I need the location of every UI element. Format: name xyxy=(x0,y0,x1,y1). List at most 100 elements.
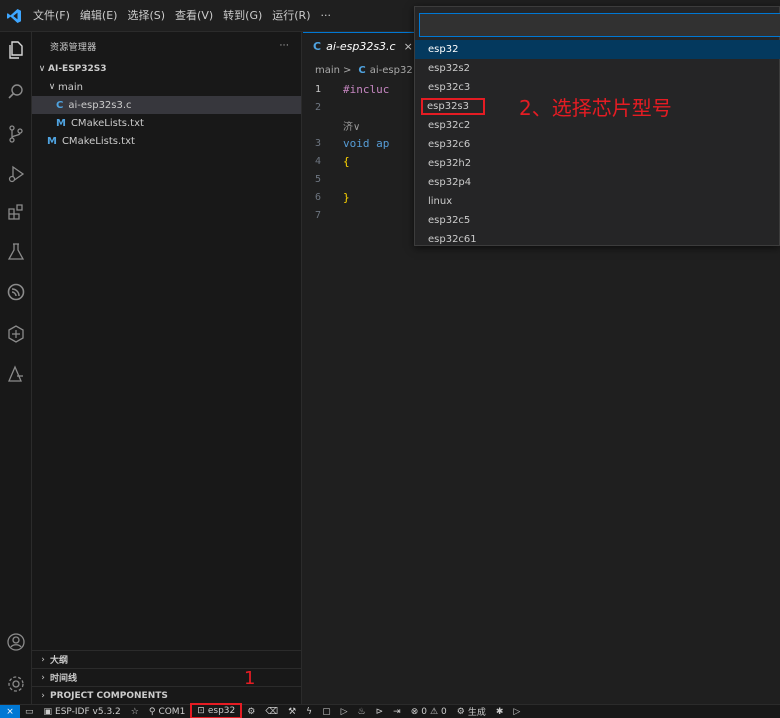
timeline-section[interactable]: › 时间线 xyxy=(32,668,302,686)
quick-pick-item-label: esp32h2 xyxy=(428,158,472,169)
chevron-down-icon: ∨ xyxy=(38,64,46,74)
line-number: 7 xyxy=(314,209,321,221)
code-text: } xyxy=(343,190,350,204)
flame-icon[interactable]: ♨ xyxy=(353,705,371,718)
activity-bar xyxy=(0,32,32,704)
monitor-icon[interactable]: ▢ xyxy=(317,705,336,718)
timeline-section-label: 时间线 xyxy=(50,674,78,684)
quick-pick-item-label: esp32 xyxy=(428,44,459,55)
quick-pick-item[interactable]: esp32c6 xyxy=(415,135,780,154)
menu-run[interactable]: 运行(R) xyxy=(267,0,315,32)
code-text: void ap xyxy=(343,136,390,150)
trash-icon[interactable]: ⌫ xyxy=(260,705,283,718)
menu-file[interactable]: 文件(F) xyxy=(28,0,75,32)
quick-pick-item[interactable]: linux xyxy=(415,192,780,211)
tab-ai-esp32s3-c[interactable]: C ai-esp32s3.c × xyxy=(303,32,423,60)
build-label: 生成 xyxy=(467,708,486,718)
run-debug-icon[interactable] xyxy=(4,162,28,186)
quick-pick-item[interactable]: esp32s2 xyxy=(415,59,780,78)
chevron-right-icon: › xyxy=(41,672,45,683)
annotation-step-1: 1 xyxy=(244,668,256,689)
account-icon[interactable] xyxy=(4,630,28,654)
quick-pick-item[interactable]: esp32c5 xyxy=(415,211,780,230)
tree-item-cmakelists-root[interactable]: M CMakeLists.txt xyxy=(32,132,301,150)
quick-pick-item-label: esp32c61 xyxy=(428,234,477,245)
quick-pick-item[interactable]: esp32 xyxy=(415,40,780,59)
wrench-icon[interactable]: ⚒ xyxy=(283,705,301,718)
explorer-sidebar: 资源管理器 ··· ∨ AI-ESP32S3 ∨ main C ai-esp32… xyxy=(32,32,302,704)
play-icon[interactable]: ▷ xyxy=(508,705,525,718)
quick-pick-item[interactable]: esp32p4 xyxy=(415,173,780,192)
tree-item-label: main xyxy=(58,81,83,93)
problems-indicator[interactable]: ⊗ 0 ⚠ 0 xyxy=(406,705,452,718)
flash-icon[interactable]: ϟ xyxy=(301,705,317,718)
quick-pick-item[interactable]: esp32c61 xyxy=(415,230,780,249)
project-folder[interactable]: ∨ AI-ESP32S3 xyxy=(32,60,301,78)
tree-item-ai-esp32s3-c[interactable]: C ai-esp32s3.c xyxy=(32,96,301,114)
serial-port[interactable]: ⚲ COM1 xyxy=(144,705,190,718)
explorer-icon[interactable] xyxy=(4,38,28,62)
explorer-header: 资源管理器 ··· xyxy=(32,32,301,60)
c-file-icon: C xyxy=(56,99,64,111)
project-folder-label: AI-ESP32S3 xyxy=(48,64,107,74)
warning-count: 0 xyxy=(441,706,447,717)
folder-icon[interactable]: ▭ xyxy=(20,705,39,718)
quick-pick-item-label: linux xyxy=(428,196,453,207)
close-icon[interactable]: × xyxy=(404,40,413,53)
quick-pick-item-label: esp32c5 xyxy=(428,215,471,226)
target-chip-label: esp32 xyxy=(207,705,236,716)
terminal-icon[interactable]: ⊳ xyxy=(371,705,389,718)
outline-section[interactable]: › 大纲 xyxy=(32,650,302,668)
tree-item-main[interactable]: ∨ main xyxy=(32,78,301,96)
espressif-icon[interactable] xyxy=(4,280,28,304)
codelens-hint[interactable]: 济∨ xyxy=(343,118,360,133)
line-number: 6 xyxy=(314,191,321,203)
menu-view[interactable]: 查看(V) xyxy=(170,0,218,32)
menu-selection[interactable]: 选择(S) xyxy=(122,0,170,32)
chevron-right-icon: › xyxy=(41,690,45,701)
outline-section-label: 大纲 xyxy=(50,656,69,666)
plug-icon: ⚲ xyxy=(148,706,156,717)
tree-item-cmakelists-main[interactable]: M CMakeLists.txt xyxy=(32,114,301,132)
esp-idf-version-label: ESP-IDF v5.3.2 xyxy=(55,706,121,717)
quick-pick-item[interactable]: esp32h2 xyxy=(415,154,780,173)
quick-pick-item-label: esp32c6 xyxy=(428,139,471,150)
breadcrumb-file[interactable]: ai-esp32 xyxy=(370,65,413,76)
target-chip-button[interactable]: ⊡ esp32 xyxy=(190,702,243,718)
chevron-down-icon: ∨ xyxy=(48,82,56,92)
manage-gear-icon[interactable] xyxy=(4,672,28,696)
quick-pick-input[interactable] xyxy=(419,13,780,37)
breadcrumb-separator: > xyxy=(343,64,352,76)
menu-go[interactable]: 转到(G) xyxy=(218,0,267,32)
esp-idf-version[interactable]: ▣ ESP-IDF v5.3.2 xyxy=(39,705,126,718)
bug-icon[interactable]: ✱ xyxy=(491,705,509,718)
code-text: { xyxy=(343,154,350,168)
cmake-file-icon: M xyxy=(56,117,66,129)
extensions-icon[interactable] xyxy=(4,200,28,224)
project-components-section[interactable]: › PROJECT COMPONENTS xyxy=(32,686,302,704)
export-icon[interactable]: ⇥ xyxy=(388,705,406,718)
search-icon[interactable] xyxy=(4,80,28,104)
annotation-step-2: 2、选择芯片型号 xyxy=(519,96,672,120)
esp-idf-explorer-icon[interactable] xyxy=(4,322,28,346)
serial-port-label: COM1 xyxy=(158,706,186,717)
build-button[interactable]: ⚙ 生成 xyxy=(452,705,491,718)
testing-icon[interactable] xyxy=(4,240,28,264)
explorer-more-button[interactable]: ··· xyxy=(280,41,289,51)
remote-indicator-icon[interactable]: ⨯ xyxy=(0,704,20,718)
explorer-title: 资源管理器 xyxy=(50,42,97,53)
target-quick-pick: esp32 esp32s2 esp32c3 esp32s3 esp32c2 es… xyxy=(414,6,780,246)
quick-pick-item-label: esp32s2 xyxy=(428,63,471,74)
breadcrumb-folder[interactable]: main xyxy=(315,65,340,76)
quick-pick-item-label: esp32p4 xyxy=(428,177,472,188)
star-icon[interactable]: ☆ xyxy=(126,705,144,718)
debug-icon[interactable]: ▷ xyxy=(336,705,353,718)
line-number: 1 xyxy=(314,83,321,95)
code-text: #incluc xyxy=(343,82,390,96)
menu-edit[interactable]: 编辑(E) xyxy=(75,0,123,32)
settings-gear-icon[interactable]: ⚙ xyxy=(242,705,260,718)
eim-icon[interactable] xyxy=(4,362,28,386)
source-control-icon[interactable] xyxy=(4,122,28,146)
menu-more[interactable]: ··· xyxy=(316,0,337,32)
chevron-right-icon: › xyxy=(41,654,45,665)
